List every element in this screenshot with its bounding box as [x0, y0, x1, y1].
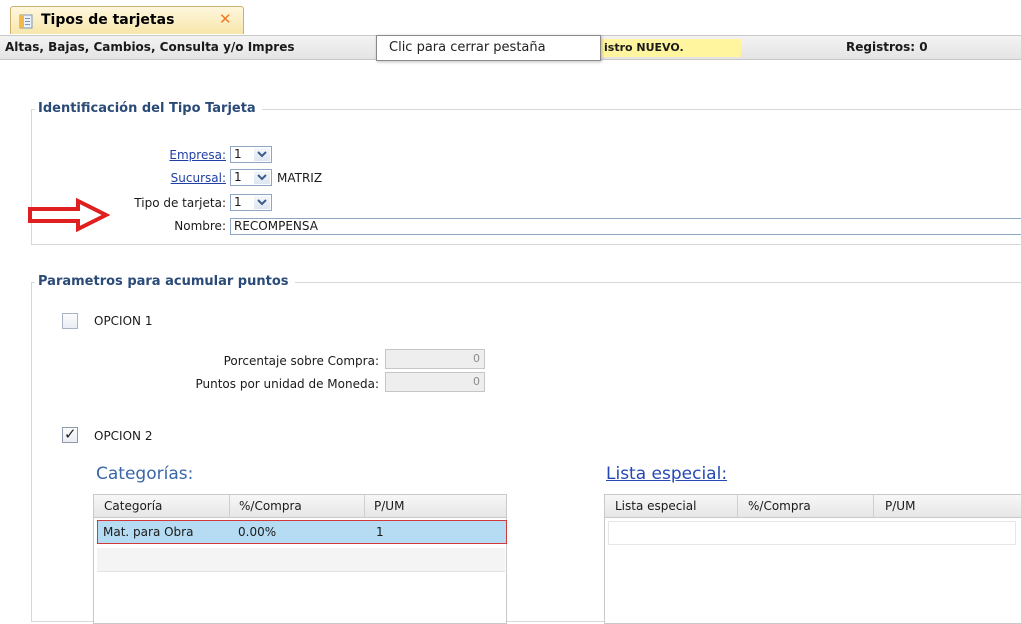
categorias-title: Categorías: — [96, 464, 194, 484]
column-header[interactable]: %/Compra — [239, 499, 302, 513]
column-header[interactable]: P/UM — [885, 499, 915, 513]
empresa-select[interactable]: 1 — [230, 146, 272, 163]
lista-especial-link[interactable]: Lista especial: — [606, 464, 727, 484]
records-count: Registros: 0 — [846, 40, 928, 54]
close-icon[interactable]: ✕ — [219, 10, 232, 28]
tipo-tarjeta-label: Tipo de tarjeta: — [134, 196, 226, 210]
document-icon — [19, 14, 33, 29]
new-record-badge: istro NUEVO. — [590, 39, 741, 57]
opcion2-label: OPCION 2 — [94, 429, 153, 443]
chevron-down-icon[interactable] — [254, 148, 270, 161]
column-header[interactable]: P/UM — [374, 499, 404, 513]
table-row[interactable]: Mat. para Obra 0.00% 1 — [97, 520, 507, 544]
column-header[interactable]: Categoría — [104, 499, 162, 513]
column-header[interactable]: %/Compra — [748, 499, 811, 513]
empresa-value: 1 — [234, 147, 242, 161]
table-cell: 0.00% — [238, 525, 277, 539]
arrow-right-icon — [28, 198, 110, 232]
categorias-grid: Categoría %/Compra P/UM Mat. para Obra 0… — [93, 494, 507, 624]
sucursal-select[interactable]: 1 — [230, 169, 272, 186]
identificacion-legend: Identificación del Tipo Tarjeta — [35, 101, 262, 116]
categorias-grid-header: Categoría %/Compra P/UM — [94, 495, 506, 518]
lista-especial-grid: Lista especial %/Compra P/UM — [604, 494, 1021, 624]
status-mode-text: Altas, Bajas, Cambios, Consulta y/o Impr… — [5, 40, 295, 54]
tipo-tarjeta-select[interactable]: 1 — [230, 194, 272, 211]
table-cell: 1 — [376, 525, 384, 539]
nombre-label: Nombre: — [174, 219, 226, 233]
tab-tipos-de-tarjetas[interactable]: Tipos de tarjetas ✕ — [10, 6, 244, 34]
puntos-label: Puntos por unidad de Moneda: — [195, 377, 379, 391]
table-cell: Mat. para Obra — [103, 525, 194, 539]
tab-strip: Tipos de tarjetas ✕ — [0, 0, 1021, 35]
sucursal-description: MATRIZ — [277, 171, 323, 185]
nombre-input[interactable]: RECOMPENSA — [230, 218, 1021, 235]
opcion1-label: OPCION 1 — [94, 314, 153, 328]
porcentaje-label: Porcentaje sobre Compra: — [223, 354, 379, 368]
lista-especial-grid-header: Lista especial %/Compra P/UM — [605, 495, 1021, 518]
check-icon: ✓ — [64, 425, 77, 443]
sucursal-value: 1 — [234, 170, 242, 184]
tab-title: Tipos de tarjetas — [41, 12, 175, 28]
table-row[interactable] — [608, 521, 1016, 545]
table-row[interactable] — [97, 548, 505, 572]
tipo-tarjeta-value: 1 — [234, 195, 242, 209]
empresa-label[interactable]: Empresa: — [120, 148, 226, 162]
opcion1-checkbox[interactable] — [62, 313, 78, 329]
column-header[interactable]: Lista especial — [615, 499, 696, 513]
opcion2-checkbox[interactable]: ✓ — [62, 425, 78, 443]
sucursal-label[interactable]: Sucursal: — [120, 171, 226, 185]
chevron-down-icon[interactable] — [254, 171, 270, 184]
porcentaje-input[interactable]: 0 — [385, 349, 485, 369]
close-tab-tooltip: Clic para cerrar pestaña — [376, 35, 601, 61]
parametros-legend: Parametros para acumular puntos — [35, 274, 295, 289]
puntos-input[interactable]: 0 — [385, 372, 485, 392]
chevron-down-icon[interactable] — [254, 196, 270, 209]
